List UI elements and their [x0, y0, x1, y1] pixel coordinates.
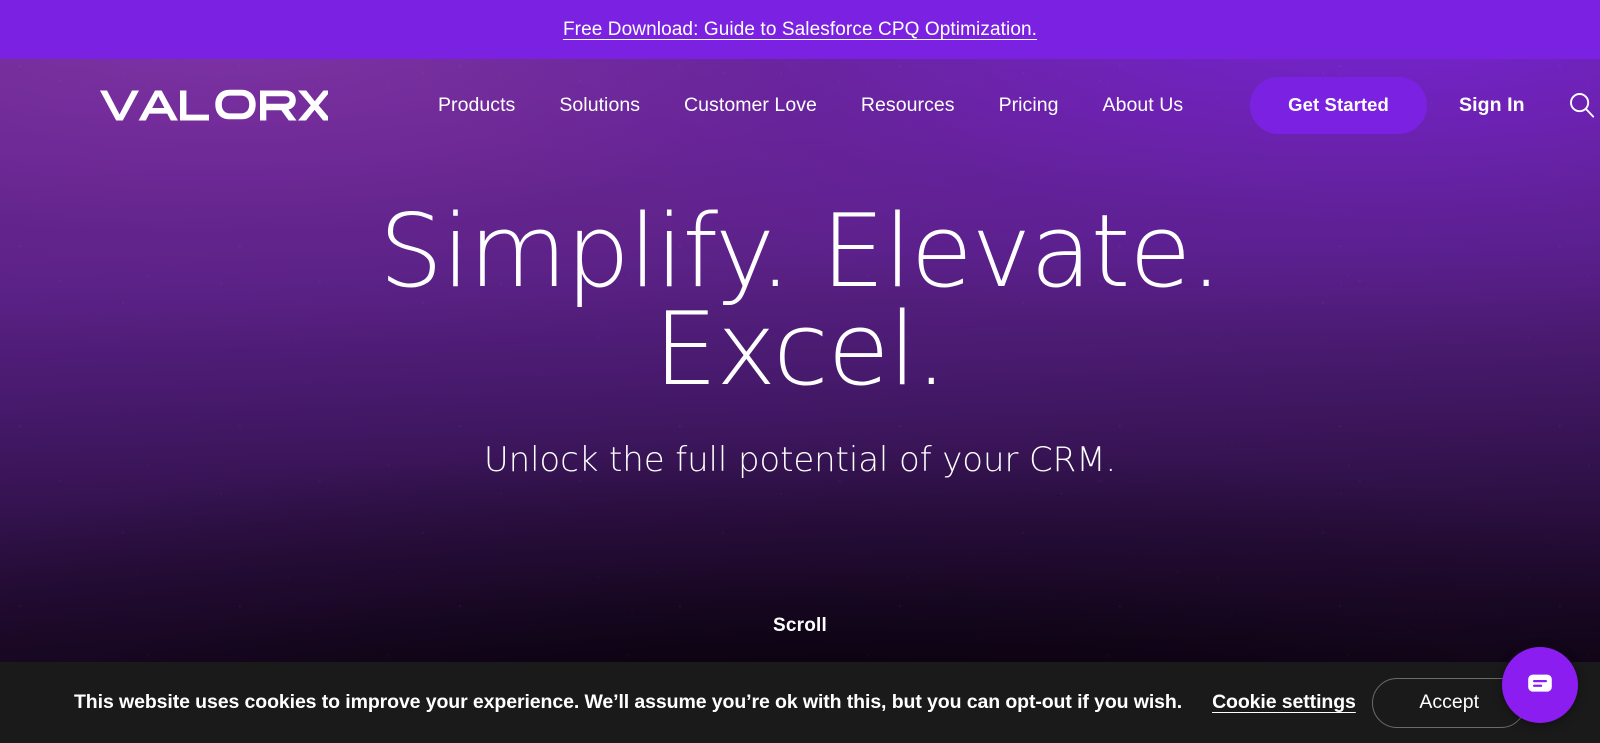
cookie-message: This website uses cookies to improve you…	[74, 691, 1183, 713]
promo-banner: Free Download: Guide to Salesforce CPQ O…	[0, 0, 1600, 59]
sign-in-link[interactable]: Sign In	[1459, 94, 1525, 117]
hero-section: Products Solutions Customer Love Resourc…	[0, 59, 1600, 743]
hero-title-line-2: Excel.	[653, 290, 948, 408]
get-started-button[interactable]: Get Started	[1250, 76, 1427, 134]
cookie-settings-link[interactable]: Cookie settings	[1212, 691, 1356, 714]
nav-item-pricing[interactable]: Pricing	[977, 94, 1081, 117]
nav-item-customer-love[interactable]: Customer Love	[662, 94, 839, 117]
valorx-logo[interactable]	[100, 87, 328, 123]
promo-banner-link[interactable]: Free Download: Guide to Salesforce CPQ O…	[563, 19, 1037, 41]
main-navigation: Products Solutions Customer Love Resourc…	[0, 59, 1600, 151]
hero-subtitle: Unlock the full potential of your CRM.	[483, 440, 1117, 480]
chat-widget-button[interactable]	[1502, 647, 1578, 723]
scroll-indicator[interactable]: Scroll	[0, 615, 1600, 637]
nav-item-products[interactable]: Products	[416, 94, 537, 117]
nav-item-solutions[interactable]: Solutions	[537, 94, 662, 117]
hero-title-line-1: Simplify. Elevate.	[378, 192, 1222, 310]
hero-title: Simplify. Elevate. Excel.	[0, 192, 1600, 408]
cookie-consent-bar: This website uses cookies to improve you…	[0, 662, 1600, 743]
nav-links: Products Solutions Customer Love Resourc…	[416, 94, 1205, 117]
chat-bubble-icon	[1528, 674, 1552, 692]
search-button[interactable]	[1565, 88, 1599, 122]
nav-item-resources[interactable]: Resources	[839, 94, 977, 117]
search-icon	[1569, 93, 1594, 118]
nav-item-about-us[interactable]: About Us	[1081, 94, 1206, 117]
